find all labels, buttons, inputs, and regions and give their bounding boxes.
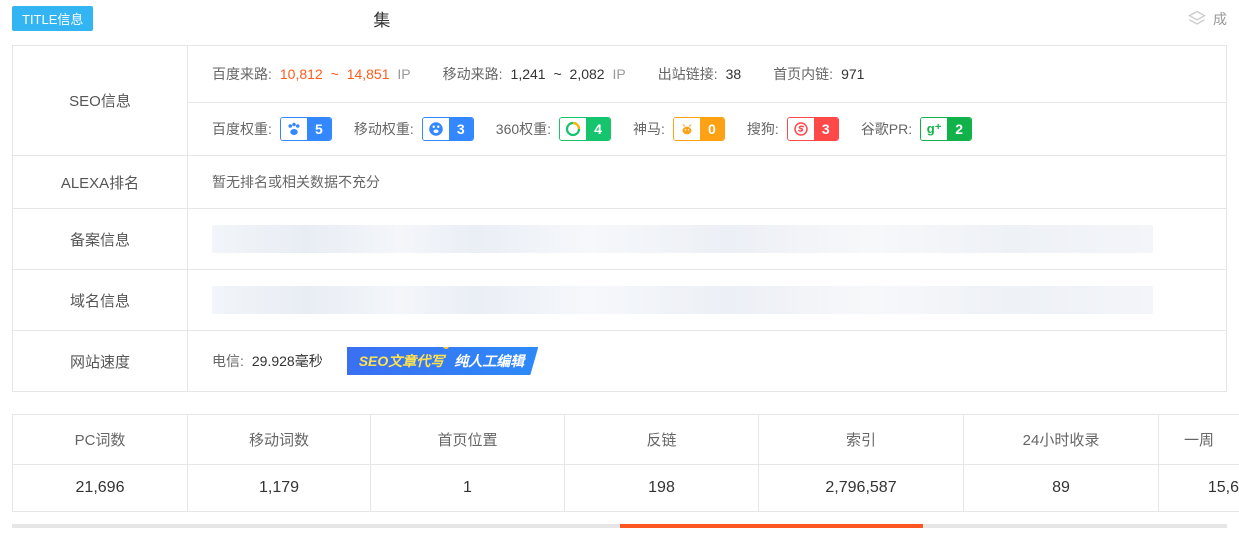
stats-h-24h[interactable]: 24小时收录 <box>964 415 1159 465</box>
outlinks-label: 出站链接: <box>658 64 718 84</box>
title-bar: TITLE信息 集 成 <box>0 0 1239 45</box>
ip-unit-2: IP <box>612 66 625 82</box>
baidu-ip-high: 14,851 <box>347 66 390 82</box>
stats-v-homepage[interactable]: 1 <box>371 465 565 512</box>
stats-h-week[interactable]: 一周 <box>1159 415 1239 465</box>
stats-h-mobile[interactable]: 移动词数 <box>188 415 371 465</box>
title-badge: TITLE信息 <box>12 6 93 31</box>
sogou-weight-value: 3 <box>814 117 838 141</box>
stats-v-24h[interactable]: 89 <box>964 465 1159 512</box>
stats-v-pc[interactable]: 21,696 <box>13 465 188 512</box>
baidu-ip-low: 10,812 <box>280 66 323 82</box>
speed-telecom: 电信: 29.928毫秒 <box>212 351 323 371</box>
beian-label: 备案信息 <box>13 209 188 270</box>
seo-label: SEO信息 <box>13 46 188 156</box>
shenma-icon <box>674 117 700 141</box>
alexa-label: ALEXA排名 <box>13 156 188 209</box>
shenma-weight-value: 0 <box>700 117 724 141</box>
baidu-weight[interactable]: 百度权重: 5 <box>212 117 332 141</box>
stats-v-backlinks[interactable]: 198 <box>565 465 759 512</box>
stats-value-row: 21,696 1,179 1 198 2,796,587 89 15,6 <box>13 465 1239 512</box>
baidu-weight-value: 5 <box>307 117 331 141</box>
s360-weight[interactable]: 360权重: 4 <box>496 117 611 141</box>
homelinks-label: 首页内链: <box>773 64 833 84</box>
seo-traffic-line: 百度来路: 10,812 ~ 14,851 IP 移动来路: 1,241 ~ <box>188 46 1226 103</box>
homelinks-value: 971 <box>841 66 864 82</box>
row-speed: 网站速度 电信: 29.928毫秒 SEO文章代写 纯人工编辑 <box>13 331 1227 392</box>
google-pr-value: 2 <box>947 117 971 141</box>
mobile-source: 移动来路: 1,241 ~ 2,082 IP <box>443 64 626 84</box>
stats-v-mobile[interactable]: 1,179 <box>188 465 371 512</box>
mobile-ip-high: 2,082 <box>570 66 605 82</box>
ip-unit: IP <box>397 66 410 82</box>
layers-icon[interactable] <box>1187 9 1207 29</box>
stats-v-index[interactable]: 2,796,587 <box>759 465 964 512</box>
baidu-ip-sep: ~ <box>327 66 343 82</box>
stats-h-index[interactable]: 索引 <box>759 415 964 465</box>
google-pr-label: 谷歌PR: <box>861 119 912 139</box>
seo-weights-line: 百度权重: 5 移动权重: <box>188 103 1226 155</box>
sogou-weight-label: 搜狗: <box>747 119 779 139</box>
baidu-source: 百度来路: 10,812 ~ 14,851 IP <box>212 64 411 84</box>
top-right-partial-text: 成 <box>1213 9 1227 29</box>
sogou-weight[interactable]: 搜狗: 3 <box>747 117 839 141</box>
speed-label: 网站速度 <box>13 331 188 392</box>
row-beian: 备案信息 <box>13 209 1227 270</box>
speed-isp-label: 电信: <box>212 351 244 371</box>
baidu-paw-icon <box>281 117 307 141</box>
page-title-suffix: 集 <box>373 6 390 31</box>
mobile-source-label: 移动来路: <box>443 64 503 84</box>
stats-h-backlinks[interactable]: 反链 <box>565 415 759 465</box>
baidu-weight-label: 百度权重: <box>212 119 272 139</box>
beian-redacted <box>212 225 1153 253</box>
mobile-weight-value: 3 <box>449 117 473 141</box>
stats-h-homepage[interactable]: 首页位置 <box>371 415 565 465</box>
bottom-indicator-bars <box>12 524 1227 528</box>
seo-ad-left: SEO文章代写 <box>359 351 445 371</box>
sogou-icon <box>788 117 814 141</box>
baidu-source-label: 百度来路: <box>212 64 272 84</box>
mobile-weight-label: 移动权重: <box>354 119 414 139</box>
mobile-ip-low: 1,241 <box>511 66 546 82</box>
google-pr[interactable]: 谷歌PR: g⁺ 2 <box>861 117 972 141</box>
row-seo: SEO信息 百度来路: 10,812 ~ 14,851 IP 移动来路: <box>13 46 1227 156</box>
shenma-weight-label: 神马: <box>633 119 665 139</box>
stats-v-week[interactable]: 15,6 <box>1159 465 1239 512</box>
stats-h-pc[interactable]: PC词数 <box>13 415 188 465</box>
home-inlinks: 首页内链: 971 <box>773 64 864 84</box>
info-table: SEO信息 百度来路: 10,812 ~ 14,851 IP 移动来路: <box>12 45 1227 392</box>
outbound-links: 出站链接: 38 <box>658 64 741 84</box>
s360-weight-label: 360权重: <box>496 119 551 139</box>
s360-weight-value: 4 <box>586 117 610 141</box>
domain-label: 域名信息 <box>13 270 188 331</box>
alexa-value: 暂无排名或相关数据不充分 <box>188 156 1227 209</box>
seo-ad-right: 纯人工编辑 <box>454 351 524 371</box>
google-plus-icon: g⁺ <box>921 117 947 141</box>
stats-header-row: PC词数 移动词数 首页位置 反链 索引 24小时收录 一周 <box>13 415 1239 465</box>
domain-redacted <box>212 286 1153 314</box>
mobile-weight[interactable]: 移动权重: 3 <box>354 117 474 141</box>
mobile-paw-icon <box>423 117 449 141</box>
stats-table: PC词数 移动词数 首页位置 反链 索引 24小时收录 一周 21,696 1,… <box>12 414 1239 512</box>
shenma-weight[interactable]: 神马: 0 <box>633 117 725 141</box>
row-alexa: ALEXA排名 暂无排名或相关数据不充分 <box>13 156 1227 209</box>
row-domain: 域名信息 <box>13 270 1227 331</box>
outlinks-value: 38 <box>726 66 742 82</box>
seo-article-ad-button[interactable]: SEO文章代写 纯人工编辑 <box>347 347 539 375</box>
s360-icon <box>560 117 586 141</box>
speed-value: 29.928毫秒 <box>252 351 323 371</box>
